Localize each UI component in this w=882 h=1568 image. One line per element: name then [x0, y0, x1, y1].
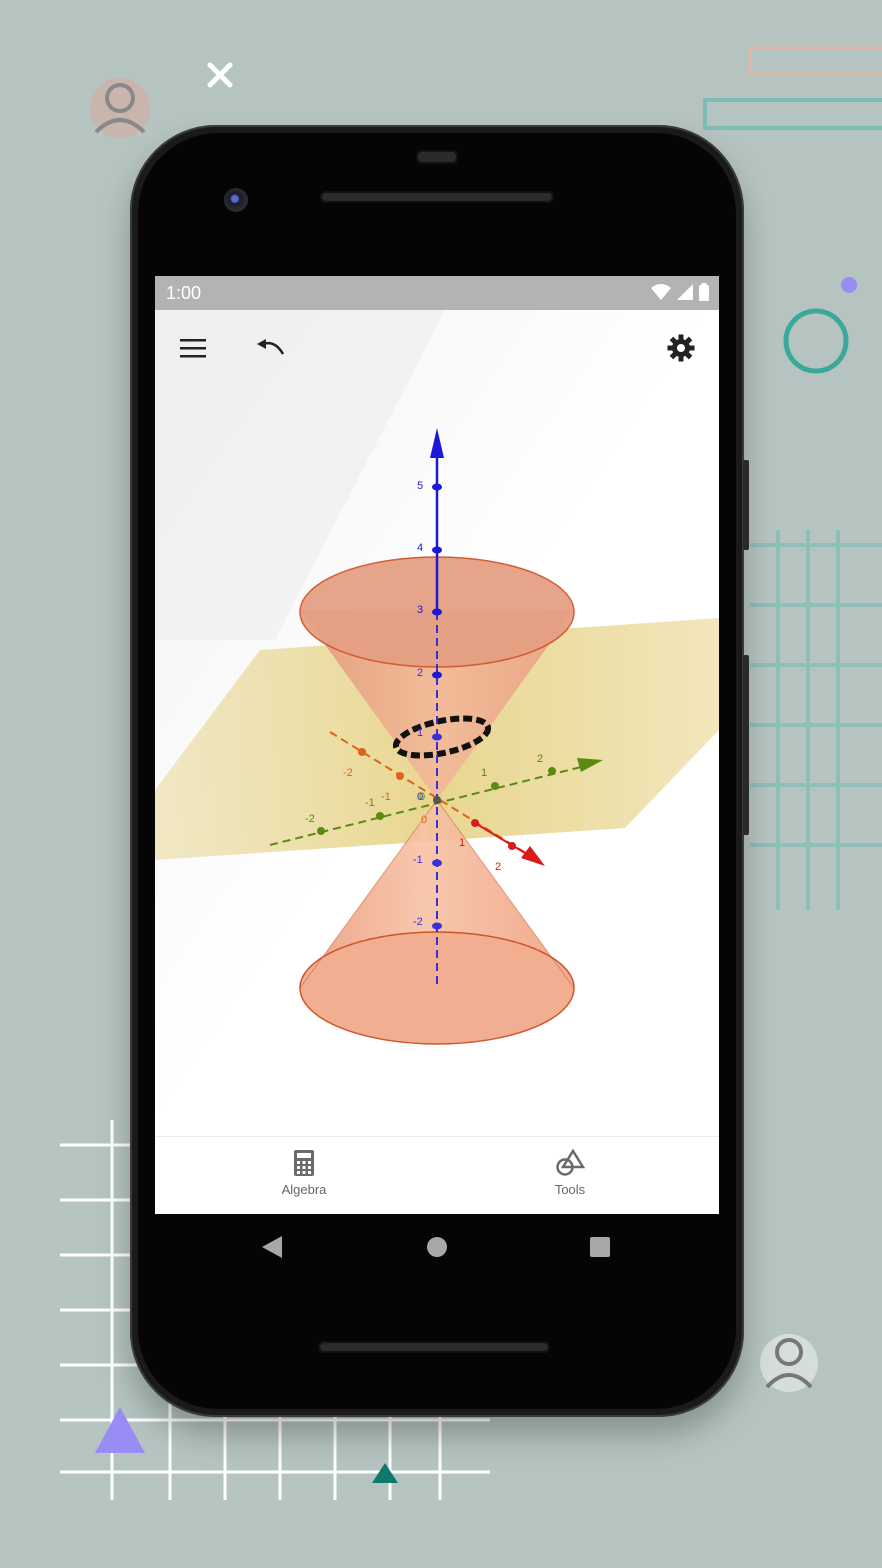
tab-algebra[interactable]: Algebra — [244, 1149, 364, 1197]
z-tick-label: 3 — [417, 604, 423, 616]
x-tick-label: 1 — [459, 837, 465, 849]
y-tick-label: 2 — [537, 753, 543, 765]
avatar-icon — [760, 1334, 818, 1392]
battery-icon — [699, 283, 709, 301]
hamburger-menu-icon — [180, 339, 206, 358]
recents-icon[interactable] — [589, 1236, 611, 1258]
close-icon — [207, 62, 233, 88]
shapes-icon — [556, 1148, 586, 1176]
tab-tools[interactable]: Tools — [510, 1148, 630, 1197]
z-tick-label: -1 — [413, 854, 423, 866]
tab-algebra-label: Algebra — [281, 1182, 327, 1197]
y-tick-label: -2 — [305, 813, 315, 825]
front-camera-icon — [224, 188, 248, 212]
back-icon[interactable] — [260, 1234, 284, 1260]
home-icon[interactable] — [426, 1236, 448, 1258]
tab-tools-label: Tools — [554, 1182, 586, 1197]
front-sensor — [416, 150, 458, 164]
cell-signal-icon — [677, 284, 693, 300]
gear-icon — [667, 334, 695, 362]
x-tick-label: -2 — [343, 767, 353, 779]
x-tick-label: 2 — [495, 861, 501, 873]
bottom-speaker — [318, 1341, 550, 1353]
calculator-icon — [294, 1150, 314, 1176]
status-bar: 1:00 — [155, 276, 719, 310]
undo-button[interactable] — [248, 326, 292, 370]
y-tick-label: 1 — [481, 767, 487, 779]
volume-button — [743, 655, 749, 835]
menu-button[interactable] — [171, 326, 215, 370]
z-tick-label: -2 — [413, 916, 423, 928]
lower-cone-bottom-ellipse — [299, 931, 575, 1045]
z-tick-label: 5 — [417, 480, 423, 492]
origin-label: 0 — [417, 791, 423, 803]
z-tick-label: 1 — [417, 727, 423, 739]
z-tick-label: 2 — [417, 667, 423, 679]
origin-point — [433, 796, 441, 804]
power-button — [743, 460, 749, 550]
avatar-icon — [90, 78, 150, 138]
bottom-navigation: Algebra Tools — [155, 1136, 719, 1214]
earpiece-speaker — [320, 191, 554, 203]
y-tick-label: -1 — [365, 797, 375, 809]
system-navigation-bar — [155, 1214, 719, 1280]
app-screen: 1:00 -2 -1 0 1 2 -2 -1 0 1 2 5 4 3 2 1 -… — [155, 276, 719, 1214]
settings-button[interactable] — [659, 326, 703, 370]
status-time: 1:00 — [166, 283, 202, 303]
x-tick-label: -1 — [381, 791, 391, 803]
undo-icon — [257, 339, 285, 355]
graphics-3d-view[interactable]: -2 -1 0 1 2 -2 -1 0 1 2 5 4 3 2 1 -1 -2 … — [155, 310, 719, 1136]
wifi-icon — [651, 284, 671, 300]
z-tick-label: 4 — [417, 542, 423, 554]
x-tick-label: 0 — [421, 814, 427, 826]
